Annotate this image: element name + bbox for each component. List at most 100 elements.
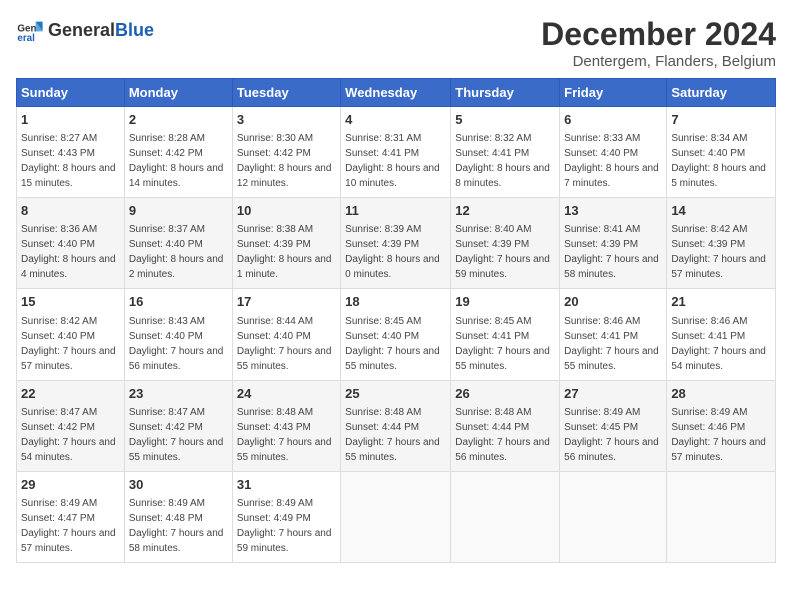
day-info: Sunrise: 8:49 AMSunset: 4:47 PMDaylight:… bbox=[21, 496, 120, 556]
day-info: Sunrise: 8:38 AMSunset: 4:39 PMDaylight:… bbox=[237, 222, 336, 282]
day-info: Sunrise: 8:49 AMSunset: 4:46 PMDaylight:… bbox=[671, 405, 771, 465]
week-row-4: 22 Sunrise: 8:47 AMSunset: 4:42 PMDayligh… bbox=[17, 380, 776, 471]
header-monday: Monday bbox=[124, 79, 232, 107]
calendar-cell: 22Sunrise: 8:47 AMSunset: 4:42 PMDayligh… bbox=[17, 380, 125, 471]
day-number: 10 bbox=[237, 202, 336, 220]
calendar-cell bbox=[560, 471, 667, 562]
day-info: Sunrise: 8:41 AMSunset: 4:39 PMDaylight:… bbox=[564, 222, 662, 282]
calendar-cell: 19Sunrise: 8:45 AMSunset: 4:41 PMDayligh… bbox=[451, 289, 560, 380]
calendar-cell bbox=[451, 471, 560, 562]
calendar-cell: 27Sunrise: 8:49 AMSunset: 4:45 PMDayligh… bbox=[560, 380, 667, 471]
day-info: Sunrise: 8:30 AMSunset: 4:42 PMDaylight:… bbox=[237, 131, 336, 191]
day-number: 7 bbox=[671, 111, 771, 129]
day-number: 18 bbox=[345, 293, 446, 311]
day-number: 9 bbox=[129, 202, 228, 220]
day-number: 1 bbox=[21, 111, 120, 129]
header-tuesday: Tuesday bbox=[232, 79, 340, 107]
day-number: 3 bbox=[237, 111, 336, 129]
header-sunday: Sunday bbox=[17, 79, 125, 107]
calendar-cell: 23 Sunrise: 8:47 AMSunset: 4:42 PMDayligh… bbox=[124, 380, 232, 471]
calendar-cell: 14 Sunrise: 8:42 AMSunset: 4:39 PMDayligh… bbox=[667, 198, 776, 289]
day-number: 11 bbox=[345, 202, 446, 220]
day-number: 16 bbox=[129, 293, 228, 311]
calendar-cell: 17 Sunrise: 8:44 AMSunset: 4:40 PMDayligh… bbox=[232, 289, 340, 380]
calendar-cell: 29 Sunrise: 8:49 AMSunset: 4:47 PMDayligh… bbox=[17, 471, 125, 562]
day-number: 26 bbox=[455, 385, 555, 403]
logo-text-blue: Blue bbox=[115, 20, 154, 40]
calendar-table: SundayMondayTuesdayWednesdayThursdayFrid… bbox=[16, 78, 776, 563]
calendar-cell: 28 Sunrise: 8:49 AMSunset: 4:46 PMDayligh… bbox=[667, 380, 776, 471]
calendar-cell: 8 Sunrise: 8:36 AMSunset: 4:40 PMDaylight… bbox=[17, 198, 125, 289]
calendar-cell: 11Sunrise: 8:39 AMSunset: 4:39 PMDayligh… bbox=[341, 198, 451, 289]
day-number: 28 bbox=[671, 385, 771, 403]
day-number: 22 bbox=[21, 385, 120, 403]
calendar-cell: 26 Sunrise: 8:48 AMSunset: 4:44 PMDayligh… bbox=[451, 380, 560, 471]
day-number: 8 bbox=[21, 202, 120, 220]
week-row-3: 15 Sunrise: 8:42 AMSunset: 4:40 PMDayligh… bbox=[17, 289, 776, 380]
day-info: Sunrise: 8:36 AMSunset: 4:40 PMDaylight:… bbox=[21, 222, 120, 282]
calendar-cell: 3 Sunrise: 8:30 AMSunset: 4:42 PMDaylight… bbox=[232, 107, 340, 198]
day-info: Sunrise: 8:47 AMSunset: 4:42 PMDaylight:… bbox=[129, 405, 228, 465]
calendar-cell: 13Sunrise: 8:41 AMSunset: 4:39 PMDayligh… bbox=[560, 198, 667, 289]
day-number: 4 bbox=[345, 111, 446, 129]
header-saturday: Saturday bbox=[667, 79, 776, 107]
day-number: 5 bbox=[455, 111, 555, 129]
calendar-cell: 16Sunrise: 8:43 AMSunset: 4:40 PMDayligh… bbox=[124, 289, 232, 380]
calendar-cell: 2 Sunrise: 8:28 AMSunset: 4:42 PMDaylight… bbox=[124, 107, 232, 198]
calendar-cell: 30 Sunrise: 8:49 AMSunset: 4:48 PMDayligh… bbox=[124, 471, 232, 562]
header-thursday: Thursday bbox=[451, 79, 560, 107]
day-info: Sunrise: 8:48 AMSunset: 4:43 PMDaylight:… bbox=[237, 405, 336, 465]
day-number: 20 bbox=[564, 293, 662, 311]
calendar-cell: 20 Sunrise: 8:46 AMSunset: 4:41 PMDayligh… bbox=[560, 289, 667, 380]
day-info: Sunrise: 8:44 AMSunset: 4:40 PMDaylight:… bbox=[237, 314, 336, 374]
week-row-5: 29 Sunrise: 8:49 AMSunset: 4:47 PMDayligh… bbox=[17, 471, 776, 562]
svg-text:eral: eral bbox=[17, 33, 35, 44]
logo-text-general: General bbox=[48, 20, 115, 40]
calendar-cell: 9 Sunrise: 8:37 AMSunset: 4:40 PMDaylight… bbox=[124, 198, 232, 289]
calendar-cell: 4 Sunrise: 8:31 AMSunset: 4:41 PMDaylight… bbox=[341, 107, 451, 198]
calendar-cell bbox=[667, 471, 776, 562]
calendar-cell: 5 Sunrise: 8:32 AMSunset: 4:41 PMDaylight… bbox=[451, 107, 560, 198]
calendar-cell: 10 Sunrise: 8:38 AMSunset: 4:39 PMDayligh… bbox=[232, 198, 340, 289]
day-info: Sunrise: 8:49 AMSunset: 4:48 PMDaylight:… bbox=[129, 496, 228, 556]
day-info: Sunrise: 8:48 AMSunset: 4:44 PMDaylight:… bbox=[455, 405, 555, 465]
day-info: Sunrise: 8:49 AMSunset: 4:49 PMDaylight:… bbox=[237, 496, 336, 556]
day-number: 15 bbox=[21, 293, 120, 311]
day-number: 17 bbox=[237, 293, 336, 311]
day-info: Sunrise: 8:48 AMSunset: 4:44 PMDaylight:… bbox=[345, 405, 446, 465]
week-row-1: 1 Sunrise: 8:27 AMSunset: 4:43 PMDaylight… bbox=[17, 107, 776, 198]
calendar-cell bbox=[341, 471, 451, 562]
day-number: 30 bbox=[129, 476, 228, 494]
day-info: Sunrise: 8:45 AMSunset: 4:41 PMDaylight:… bbox=[455, 314, 555, 374]
day-info: Sunrise: 8:46 AMSunset: 4:41 PMDaylight:… bbox=[564, 314, 662, 374]
day-number: 23 bbox=[129, 385, 228, 403]
day-info: Sunrise: 8:37 AMSunset: 4:40 PMDaylight:… bbox=[129, 222, 228, 282]
subtitle: Dentergem, Flanders, Belgium bbox=[541, 53, 776, 70]
calendar-cell: 18 Sunrise: 8:45 AMSunset: 4:40 PMDayligh… bbox=[341, 289, 451, 380]
day-info: Sunrise: 8:27 AMSunset: 4:43 PMDaylight:… bbox=[21, 131, 120, 191]
calendar-header-row: SundayMondayTuesdayWednesdayThursdayFrid… bbox=[17, 79, 776, 107]
day-info: Sunrise: 8:28 AMSunset: 4:42 PMDaylight:… bbox=[129, 131, 228, 191]
header-wednesday: Wednesday bbox=[341, 79, 451, 107]
day-info: Sunrise: 8:32 AMSunset: 4:41 PMDaylight:… bbox=[455, 131, 555, 191]
day-number: 29 bbox=[21, 476, 120, 494]
day-info: Sunrise: 8:42 AMSunset: 4:40 PMDaylight:… bbox=[21, 314, 120, 374]
day-info: Sunrise: 8:45 AMSunset: 4:40 PMDaylight:… bbox=[345, 314, 446, 374]
calendar-cell: 25 Sunrise: 8:48 AMSunset: 4:44 PMDayligh… bbox=[341, 380, 451, 471]
day-number: 25 bbox=[345, 385, 446, 403]
calendar-cell: 12Sunrise: 8:40 AMSunset: 4:39 PMDayligh… bbox=[451, 198, 560, 289]
header-friday: Friday bbox=[560, 79, 667, 107]
day-number: 2 bbox=[129, 111, 228, 129]
day-number: 14 bbox=[671, 202, 771, 220]
day-info: Sunrise: 8:42 AMSunset: 4:39 PMDaylight:… bbox=[671, 222, 771, 282]
logo-icon: Gen eral bbox=[16, 16, 44, 44]
day-info: Sunrise: 8:46 AMSunset: 4:41 PMDaylight:… bbox=[671, 314, 771, 374]
day-number: 31 bbox=[237, 476, 336, 494]
day-info: Sunrise: 8:33 AMSunset: 4:40 PMDaylight:… bbox=[564, 131, 662, 191]
calendar-cell: 1 Sunrise: 8:27 AMSunset: 4:43 PMDaylight… bbox=[17, 107, 125, 198]
logo: Gen eral GeneralBlue bbox=[16, 16, 154, 44]
day-info: Sunrise: 8:40 AMSunset: 4:39 PMDaylight:… bbox=[455, 222, 555, 282]
calendar-cell: 6Sunrise: 8:33 AMSunset: 4:40 PMDaylight… bbox=[560, 107, 667, 198]
calendar-cell: 31 Sunrise: 8:49 AMSunset: 4:49 PMDayligh… bbox=[232, 471, 340, 562]
day-info: Sunrise: 8:31 AMSunset: 4:41 PMDaylight:… bbox=[345, 131, 446, 191]
